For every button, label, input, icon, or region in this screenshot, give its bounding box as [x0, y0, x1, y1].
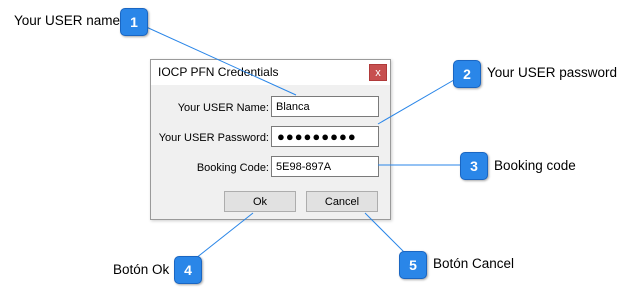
booking-code-label: Booking Code:: [196, 162, 269, 174]
user-password-label: Your USER Password:: [158, 132, 269, 144]
callout-badge-2: 2: [453, 60, 481, 88]
callout-label-2: Your USER password: [487, 65, 618, 80]
callout-badge-3: 3: [460, 152, 488, 180]
dialog-title-bar[interactable]: IOCP PFN Credentials x: [151, 60, 390, 85]
close-icon[interactable]: x: [369, 64, 387, 81]
callout-badge-4: 4: [174, 256, 202, 284]
user-name-input[interactable]: [271, 96, 379, 117]
ok-button[interactable]: Ok: [224, 191, 296, 212]
credentials-dialog: IOCP PFN Credentials x Your USER Name: Y…: [150, 59, 391, 220]
booking-code-input[interactable]: [271, 156, 379, 177]
callout-label-4: Botón Ok: [113, 262, 170, 277]
callout-label-5: Botón Cancel: [433, 256, 515, 271]
callout-label-3: Booking code: [494, 158, 576, 173]
callout-badge-5: 5: [399, 251, 427, 279]
user-name-label: Your USER Name:: [177, 102, 269, 114]
callout-badge-1: 1: [120, 8, 148, 36]
user-password-input[interactable]: ●●●●●●●●●: [271, 126, 379, 147]
callout-label-1: Your USER name: [14, 13, 121, 28]
dialog-title: IOCP PFN Credentials: [158, 65, 279, 79]
cancel-button[interactable]: Cancel: [306, 191, 378, 212]
password-mask: ●●●●●●●●●: [277, 129, 357, 144]
